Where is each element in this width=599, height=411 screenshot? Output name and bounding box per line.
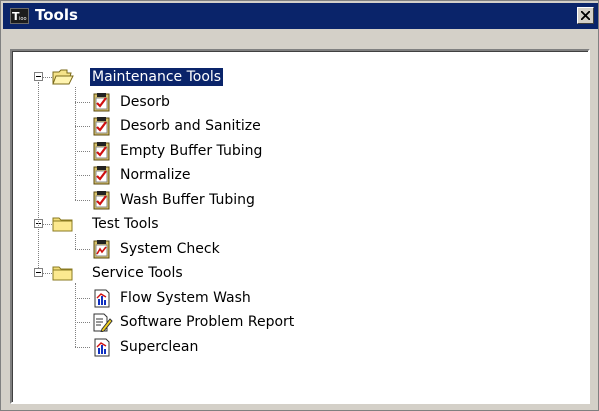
chart-doc-icon bbox=[91, 337, 113, 357]
clipboard-check-icon bbox=[91, 116, 113, 136]
tree-connector bbox=[75, 234, 76, 249]
tree-connector bbox=[75, 126, 90, 127]
tree-connector bbox=[75, 101, 90, 103]
tree-item-superclean[interactable]: Superclean bbox=[118, 338, 200, 356]
tree-connector bbox=[75, 322, 90, 323]
tree-item-flow-system-wash[interactable]: Flow System Wash bbox=[118, 289, 253, 307]
tree-connector bbox=[75, 248, 90, 250]
tree-group-service-tools[interactable]: Service Tools bbox=[90, 264, 185, 282]
tools-window: T ioo Tools Maintenance Tools Desorb Desor… bbox=[0, 0, 599, 411]
clipboard-check-icon bbox=[91, 190, 113, 210]
collapse-toggle-0[interactable] bbox=[34, 72, 43, 81]
clipboard-check-icon bbox=[91, 92, 113, 112]
tree-connector bbox=[43, 224, 52, 225]
edit-doc-icon bbox=[91, 312, 113, 333]
tree-item-normalize[interactable]: Normalize bbox=[118, 166, 193, 184]
open-folder-icon bbox=[52, 67, 74, 87]
chart-doc-icon bbox=[91, 288, 113, 308]
clipboard-check-icon bbox=[91, 165, 113, 185]
close-button[interactable] bbox=[577, 7, 594, 24]
tree-item-empty-buffer-tubing[interactable]: Empty Buffer Tubing bbox=[118, 142, 264, 160]
close-icon bbox=[581, 11, 590, 20]
tree-container: Maintenance Tools Desorb Desorb and Saniti… bbox=[12, 51, 588, 402]
app-logo-icon: T ioo bbox=[10, 8, 29, 24]
tree-connector bbox=[75, 283, 76, 347]
clipboard-check-icon bbox=[91, 141, 113, 161]
tree-connector bbox=[75, 87, 76, 200]
title-bar[interactable]: T ioo Tools bbox=[3, 3, 598, 29]
tree-connector bbox=[75, 150, 90, 152]
collapse-toggle-2[interactable] bbox=[34, 268, 43, 277]
svg-text:ioo: ioo bbox=[19, 16, 27, 22]
folder-icon bbox=[52, 214, 74, 234]
tree-item-desorb-and-sanitize[interactable]: Desorb and Sanitize bbox=[118, 117, 263, 135]
tree-connector bbox=[38, 82, 39, 268]
tree-connector bbox=[43, 77, 52, 78]
tree-connector bbox=[75, 346, 90, 348]
tree-group-maintenance-tools[interactable]: Maintenance Tools bbox=[88, 67, 225, 87]
tree-item-software-problem-report[interactable]: Software Problem Report bbox=[118, 313, 296, 331]
tools-tree-view[interactable]: Maintenance Tools Desorb Desorb and Saniti… bbox=[10, 49, 590, 404]
folder-icon bbox=[52, 263, 74, 283]
tree-group-test-tools[interactable]: Test Tools bbox=[90, 215, 161, 233]
tree-item-desorb[interactable]: Desorb bbox=[118, 93, 172, 111]
clipboard-chart-icon bbox=[91, 239, 113, 259]
tree-connector bbox=[75, 175, 90, 176]
tree-item-system-check[interactable]: System Check bbox=[118, 240, 222, 258]
tree-connector bbox=[75, 297, 90, 299]
tree-item-wash-buffer-tubing[interactable]: Wash Buffer Tubing bbox=[118, 191, 257, 209]
tree-connector bbox=[43, 273, 52, 274]
tree-connector bbox=[75, 199, 90, 201]
window-title: Tools bbox=[35, 6, 78, 24]
